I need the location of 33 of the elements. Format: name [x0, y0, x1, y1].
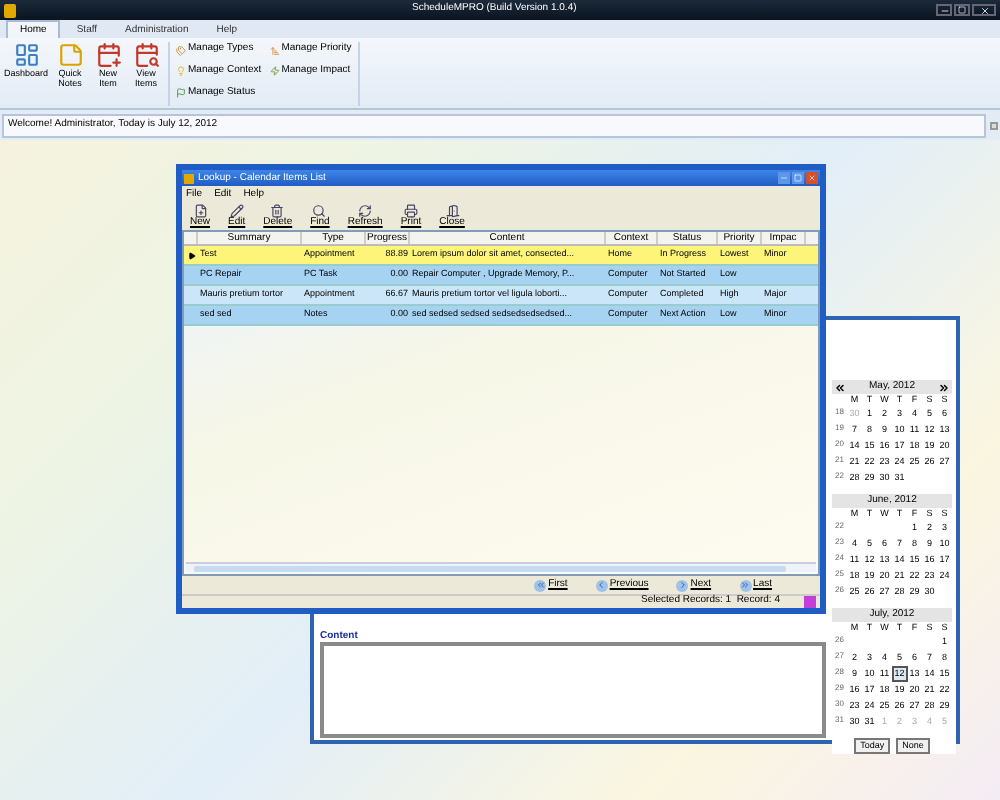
restore-icon[interactable] [958, 6, 966, 14]
restore-button[interactable] [954, 4, 970, 16]
search-icon [312, 203, 327, 217]
first-icon [534, 579, 547, 591]
refresh-icon [358, 203, 373, 217]
row-indicator-icon [187, 251, 195, 259]
resize-grip-icon[interactable] [804, 596, 816, 608]
close-button[interactable] [972, 4, 996, 16]
scrollbar-thumb[interactable] [194, 565, 786, 571]
lightbulb-icon [176, 66, 186, 77]
last-icon [739, 579, 752, 591]
pencil-icon [229, 203, 244, 217]
tags-icon [176, 45, 186, 55]
lightning-icon [269, 66, 280, 77]
new-file-icon [193, 203, 207, 217]
flag-icon [176, 87, 186, 98]
content-text-area[interactable] [320, 642, 826, 738]
door-icon [445, 203, 460, 217]
dashboard-icon [13, 42, 39, 68]
priority-icon [269, 45, 280, 55]
calendar-plus-icon [95, 42, 121, 68]
panel-pin-icon[interactable] [990, 121, 998, 129]
printer-icon [403, 203, 418, 217]
trash-icon [270, 203, 285, 217]
app-icon [4, 3, 16, 17]
next-month-icon[interactable] [937, 381, 950, 393]
horizontal-scrollbar[interactable] [186, 562, 816, 572]
previous-icon [595, 579, 608, 591]
window-icon [184, 173, 194, 183]
previous-month-icon[interactable] [834, 381, 846, 393]
next-icon [676, 579, 689, 591]
calendar-search-icon [133, 42, 159, 68]
sticky-note-icon [57, 42, 83, 68]
